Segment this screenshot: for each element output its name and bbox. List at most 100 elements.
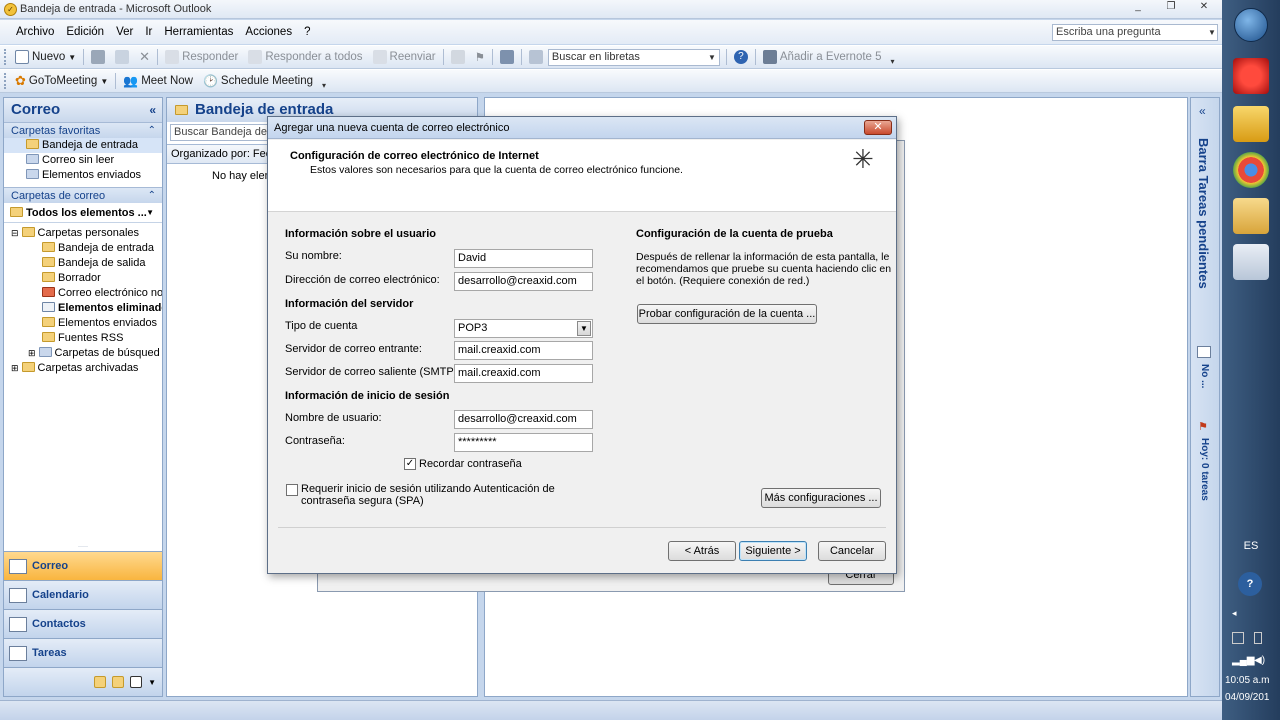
toolbar-overflow-icon[interactable]: ▾ (891, 57, 895, 66)
ask-question-input[interactable]: Escriba una pregunta (1052, 24, 1218, 41)
start-button-icon[interactable] (1234, 8, 1268, 42)
outgoing-server-input[interactable]: mail.creaxid.com (454, 364, 593, 383)
collapse-section-icon[interactable]: ⌃ (148, 188, 156, 204)
spa-checkbox[interactable] (286, 484, 298, 496)
dialog-close-button[interactable]: ✕ (864, 120, 892, 135)
evernote-button[interactable]: Añadir a Evernote 5 (758, 46, 887, 68)
follow-up-button[interactable]: ⚑ (470, 46, 490, 68)
shortcuts-icon[interactable] (130, 676, 143, 688)
collapse-tree-icon[interactable]: ⊟ (11, 228, 19, 238)
account-type-select[interactable]: POP3 ▼ (454, 319, 593, 338)
folder-drafts[interactable]: Borrador (4, 271, 162, 286)
collapse-section-icon[interactable]: ⌃ (148, 123, 156, 139)
close-window-button[interactable]: ✕ (1190, 0, 1218, 16)
move-button[interactable] (110, 46, 134, 68)
schedule-meeting-button[interactable]: 🕑 Schedule Meeting (198, 70, 318, 92)
opera-icon[interactable] (1233, 58, 1269, 94)
volume-icon[interactable]: ◀) (1254, 655, 1265, 666)
collapse-pane-icon[interactable]: « (149, 98, 156, 122)
expand-todo-icon[interactable]: « (1199, 104, 1206, 118)
reply-button[interactable]: Responder (160, 46, 243, 68)
incoming-server-input[interactable]: mail.creaxid.com (454, 341, 593, 360)
show-hidden-icons[interactable]: ◂ (1232, 608, 1237, 619)
folder-inbox[interactable]: Bandeja de entrada (4, 241, 162, 256)
archived-folders[interactable]: ⊞ Carpetas archivadas (4, 361, 162, 376)
folder-search-folders[interactable]: ⊞ Carpetas de búsqued (4, 346, 162, 361)
search-address-books-input[interactable]: Buscar en libretas ▼ (547, 48, 720, 66)
folder-rss[interactable]: Fuentes RSS (4, 331, 162, 346)
toolbar-overflow-icon[interactable]: ▾ (322, 81, 326, 90)
action-center-icon[interactable] (1232, 632, 1244, 644)
print-button[interactable] (86, 46, 110, 68)
language-indicator[interactable]: ES (1222, 540, 1280, 552)
menu-ver[interactable]: Ver (110, 20, 139, 44)
expand-tree-icon[interactable]: ⊞ (11, 363, 19, 373)
send-receive-button[interactable] (495, 46, 519, 68)
test-account-settings-button[interactable]: Probar configuración de la cuenta ... (637, 304, 817, 324)
favorite-inbox[interactable]: Bandeja de entrada (4, 138, 162, 153)
folder-sent[interactable]: Elementos enviados (4, 316, 162, 331)
outlook-task-icon[interactable] (1233, 106, 1269, 142)
chevron-down-icon[interactable]: ▼ (708, 50, 716, 65)
pane-splitter[interactable]: ····· (4, 544, 162, 550)
notes-icon[interactable] (94, 676, 107, 688)
favorite-sent[interactable]: Elementos enviados (4, 168, 162, 183)
configure-buttons-icon[interactable]: ▼ (148, 678, 156, 687)
toolbar-grip[interactable] (4, 73, 7, 89)
chevron-down-icon[interactable]: ▼ (577, 321, 591, 336)
paint-icon[interactable] (1233, 244, 1269, 280)
nav-button-tasks[interactable]: Tareas (4, 638, 162, 667)
remember-password-checkbox[interactable]: ✓ (404, 458, 416, 470)
cancel-button[interactable]: Cancelar (818, 541, 886, 561)
new-button[interactable]: Nuevo ▼ (10, 46, 81, 68)
clock-date[interactable]: 04/09/201 (1225, 692, 1270, 703)
username-input[interactable]: desarrollo@creaxid.com (454, 410, 593, 429)
menu-herramientas[interactable]: Herramientas (158, 20, 239, 44)
all-items-selector[interactable]: Todos los elementos ... ▼ (4, 203, 162, 223)
delete-icon: ✕ (139, 49, 151, 64)
network-icon[interactable]: ▂▄▆ (1232, 655, 1254, 666)
chevron-down-icon: ▼ (100, 76, 109, 86)
battery-icon[interactable] (1254, 632, 1262, 644)
ask-dropdown-icon[interactable]: ▼ (1208, 28, 1216, 37)
folder-outbox[interactable]: Bandeja de salida (4, 256, 162, 271)
mail-folders-header[interactable]: Carpetas de correo ⌃ (4, 187, 162, 203)
todo-bar-title[interactable]: Barra Tareas pendientes (1196, 138, 1211, 289)
toolbar-grip[interactable] (4, 49, 7, 65)
nav-button-mail[interactable]: Correo (4, 551, 162, 580)
categorize-button[interactable] (446, 46, 470, 68)
more-settings-button[interactable]: Más configuraciones ... (761, 488, 881, 508)
back-button[interactable]: < Atrás (668, 541, 736, 561)
minimize-button[interactable]: _ (1124, 0, 1152, 16)
help-button[interactable]: ? (729, 46, 753, 68)
folder-list-icon[interactable] (112, 676, 125, 688)
name-input[interactable]: David (454, 249, 593, 268)
expand-tree-icon[interactable]: ⊞ (28, 348, 36, 358)
address-book-button[interactable] (524, 46, 548, 68)
gotomeeting-button[interactable]: ✿ GoToMeeting ▼ (10, 70, 113, 92)
nav-button-calendar[interactable]: Calendario (4, 580, 162, 609)
clock-time[interactable]: 10:05 a.m (1225, 675, 1269, 686)
next-button[interactable]: Siguiente > (739, 541, 807, 561)
favorite-unread[interactable]: Correo sin leer (4, 153, 162, 168)
reply-all-button[interactable]: Responder a todos (243, 46, 367, 68)
menu-acciones[interactable]: Acciones (239, 20, 298, 44)
folder-junk[interactable]: Correo electrónico no (4, 286, 162, 301)
favorites-header[interactable]: Carpetas favoritas ⌃ (4, 122, 162, 138)
folder-deleted[interactable]: Elementos eliminados (4, 301, 162, 316)
personal-folders[interactable]: ⊟ Carpetas personales (4, 226, 162, 241)
password-input[interactable]: ********* (454, 433, 593, 452)
delete-button[interactable]: ✕ (134, 46, 155, 68)
help-tray-icon[interactable]: ? (1238, 572, 1262, 596)
explorer-icon[interactable] (1233, 198, 1269, 234)
restore-button[interactable]: ❐ (1157, 0, 1185, 16)
chrome-icon[interactable] (1233, 152, 1269, 188)
nav-button-contacts[interactable]: Contactos (4, 609, 162, 638)
menu-archivo[interactable]: Archivo (10, 20, 60, 44)
menu-edicion[interactable]: Edición (60, 20, 110, 44)
email-input[interactable]: desarrollo@creaxid.com (454, 272, 593, 291)
menu-ir[interactable]: Ir (139, 20, 158, 44)
menu-help[interactable]: ? (298, 20, 316, 44)
meet-now-button[interactable]: 👥 Meet Now (118, 70, 198, 92)
forward-button[interactable]: Reenviar (368, 46, 441, 68)
